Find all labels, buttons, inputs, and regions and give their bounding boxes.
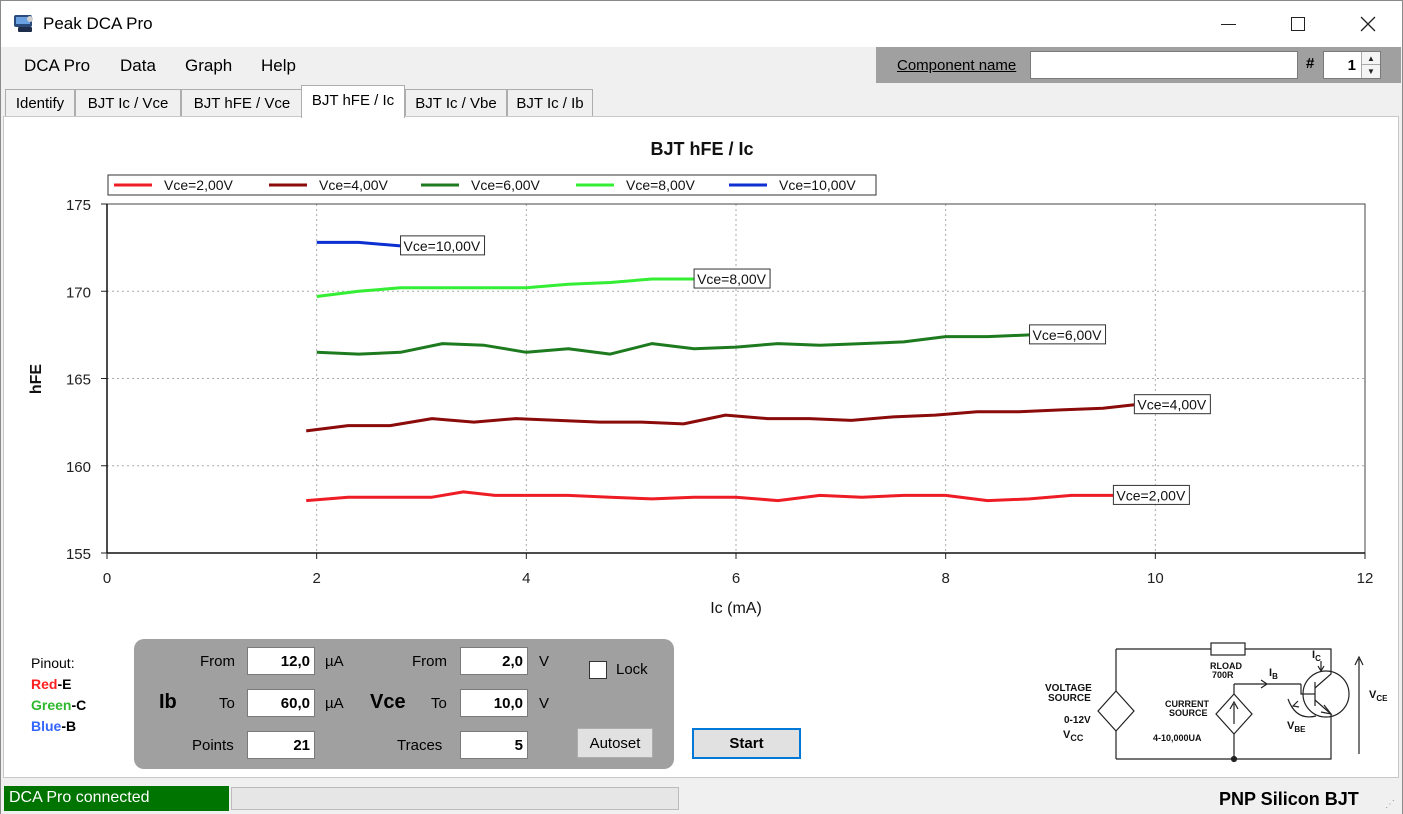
pin-color-red: Red <box>31 676 58 692</box>
series-line-1 <box>306 490 1114 503</box>
lock-label[interactable]: Lock <box>616 661 648 678</box>
series-end-label: Vce=4,00V <box>1137 397 1207 413</box>
vce-subscript: CE <box>1376 694 1388 703</box>
vce-from-input[interactable]: 2,0 <box>460 647 528 675</box>
connection-status: DCA Pro connected <box>4 786 229 811</box>
vcc-label: VCC <box>1063 729 1084 743</box>
pin-color-green: Green <box>31 697 72 713</box>
chart-title: BJT hFE / Ic <box>650 139 753 159</box>
vce-from-label: From <box>412 653 447 670</box>
series-end-label: Vce=2,00V <box>1116 487 1186 503</box>
lock-checkbox[interactable] <box>589 661 607 679</box>
legend-entry: Vce=8,00V <box>626 177 696 193</box>
vbe-voltage-label: VBE <box>1287 720 1306 734</box>
pinout-legend: Pinout: Red-E Green-C Blue-B <box>31 653 86 737</box>
legend-entry: Vce=4,00V <box>319 177 389 193</box>
test-circuit-diagram: VOLTAGE SOURCE 0-12V VCC CURRENT SOURCE … <box>1045 642 1388 763</box>
tab-bjt-hfe-ic[interactable]: BJT hFE / Ic <box>301 85 405 118</box>
pinout-title: Pinout: <box>31 655 75 671</box>
legend-entry: Vce=2,00V <box>164 177 234 193</box>
vce-from-unit: V <box>539 653 550 670</box>
series-line-5 <box>316 240 401 248</box>
x-tick-label: 12 <box>1357 570 1374 587</box>
ib-current-label: IB <box>1269 667 1278 681</box>
pin-base: -B <box>61 718 77 734</box>
start-button[interactable]: Start <box>692 728 801 759</box>
hfe-ic-chart: BJT hFE / Ic Vce=2,00V Vce=4,00V Vce=6,00V… <box>28 139 1373 617</box>
pinout-blue: Blue-B <box>31 716 86 737</box>
ib-to-input[interactable]: 60,0 <box>247 689 315 717</box>
progress-bar <box>231 787 679 810</box>
series-line-4 <box>316 277 695 298</box>
legend-entry: Vce=6,00V <box>471 177 541 193</box>
pin-emitter: -E <box>57 676 72 692</box>
x-axis-title: Ic (mA) <box>710 600 762 617</box>
voltage-source-label-2: SOURCE <box>1048 693 1091 704</box>
y-tick-label: 170 <box>66 284 91 301</box>
ib-from-label: From <box>200 653 235 670</box>
voltage-range-label: 0-12V <box>1064 715 1091 726</box>
y-tick-label: 165 <box>66 372 91 389</box>
vce-to-input[interactable]: 10,0 <box>460 689 528 717</box>
series-line-2 <box>306 403 1135 433</box>
component-type: PNP Silicon BJT <box>1219 789 1359 809</box>
pinout-green: Green-C <box>31 695 86 716</box>
pinout-red: Red-E <box>31 674 86 695</box>
ib-to-unit: µA <box>325 695 344 712</box>
traces-label: Traces <box>397 737 443 754</box>
traces-input[interactable]: 5 <box>460 731 528 759</box>
chart-end-labels: Vce=2,00V Vce=4,00V Vce=6,00V Vce=8,00V Vce=… <box>400 235 1211 505</box>
ic-current-label: IC <box>1312 649 1321 663</box>
y-tick-label: 155 <box>66 546 91 563</box>
pin-collector: -C <box>71 697 87 713</box>
x-tick-label: 0 <box>103 570 111 587</box>
series-end-label: Vce=8,00V <box>697 271 767 287</box>
ic-subscript: C <box>1315 654 1321 663</box>
x-tick-label: 8 <box>941 570 949 587</box>
legend-entry: Vce=10,00V <box>779 177 856 193</box>
pin-color-blue: Blue <box>31 718 62 734</box>
y-axis-title: hFE <box>28 364 45 395</box>
vce-to-label: To <box>431 695 447 712</box>
chart-legend: Vce=2,00V Vce=4,00V Vce=6,00V Vce=8,00V Vce=… <box>107 174 877 196</box>
vce-voltage-label: VCE <box>1369 689 1388 703</box>
vce-to-unit: V <box>539 695 550 712</box>
ib-label: Ib <box>159 691 177 713</box>
y-tick-label: 160 <box>66 459 91 476</box>
series-line-3 <box>316 333 1030 356</box>
app-window: Peak DCA Pro DCA Pro Data Graph Help Com… <box>0 0 1403 814</box>
status-bar: DCA Pro connected PNP Silicon BJT ⋰ <box>1 781 1402 814</box>
vbe-subscript: BE <box>1294 725 1306 734</box>
x-tick-label: 4 <box>522 570 530 587</box>
resize-grip-icon[interactable]: ⋰ <box>1385 799 1399 813</box>
ib-to-label: To <box>219 695 235 712</box>
ib-from-input[interactable]: 12,0 <box>247 647 315 675</box>
autoset-button[interactable]: Autoset <box>577 728 653 758</box>
chart-axes: 0 2 4 6 8 10 12 155 160 165 170 175 <box>66 197 1373 587</box>
series-end-label: Vce=10,00V <box>404 238 481 254</box>
series-end-label: Vce=6,00V <box>1033 327 1103 343</box>
ib-from-unit: µA <box>325 653 344 670</box>
x-tick-label: 6 <box>732 570 740 587</box>
current-source-label-2: SOURCE <box>1169 708 1208 718</box>
x-tick-label: 10 <box>1147 570 1164 587</box>
rload-value: 700R <box>1212 670 1234 680</box>
ib-subscript: B <box>1272 672 1278 681</box>
current-range-label: 4-10,000UA <box>1153 733 1202 743</box>
y-tick-label: 175 <box>66 197 91 214</box>
vcc-subscript: CC <box>1070 733 1083 743</box>
sweep-parameters-panel: Ib From 12,0 µA To 60,0 µA Points 21 Vce… <box>134 639 674 769</box>
x-tick-label: 2 <box>312 570 320 587</box>
points-input[interactable]: 21 <box>247 731 315 759</box>
vce-label: Vce <box>370 691 406 713</box>
points-label: Points <box>192 737 234 754</box>
